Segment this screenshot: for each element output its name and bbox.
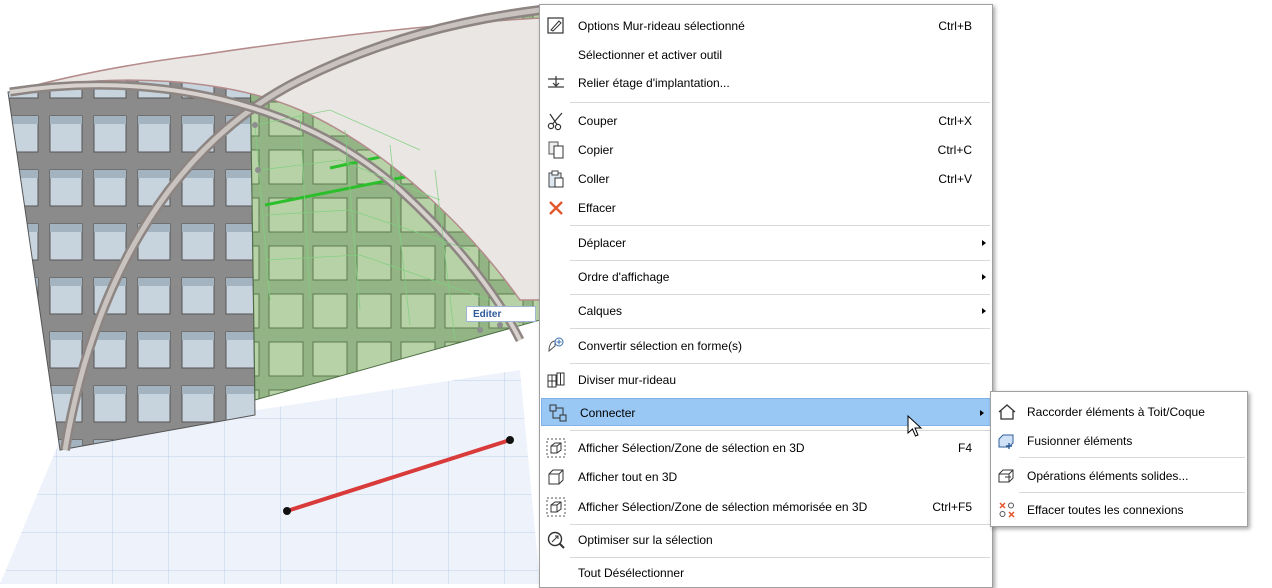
menu-separator: [1019, 492, 1245, 493]
menu-item-move[interactable]: Déplacer: [540, 229, 992, 257]
menu-separator: [570, 524, 990, 525]
menu-item-curtain-wall-settings[interactable]: Options Mur-rideau sélectionné Ctrl+B: [540, 12, 992, 40]
submenu-item-solid-operations[interactable]: Opérations éléments solides...: [991, 462, 1247, 490]
clear-connections-icon: [997, 500, 1017, 520]
connect-submenu: Raccorder éléments à Toit/Coque Fusionne…: [990, 391, 1248, 527]
paste-icon: [546, 169, 566, 189]
menu-separator: [570, 557, 990, 558]
convert-shape-icon: [546, 336, 566, 356]
relink-story-icon: [546, 73, 566, 93]
menu-separator: [570, 102, 990, 103]
merge-elements-icon: [997, 431, 1017, 451]
zoom-selection-icon: [546, 530, 566, 550]
menu-item-show-all-3d[interactable]: Afficher tout en 3D: [540, 463, 992, 491]
submenu-item-clear-connections[interactable]: Effacer toutes les connexions: [991, 496, 1247, 524]
menu-item-zoom-to-selection[interactable]: Optimiser sur la sélection: [540, 526, 992, 554]
submenu-item-merge-elements[interactable]: Fusionner éléments: [991, 427, 1247, 455]
menu-item-select-activate-tool[interactable]: Sélectionner et activer outil: [540, 41, 992, 69]
show-stored-selection-3d-icon: [546, 497, 566, 517]
menu-item-convert-to-shape[interactable]: Convertir sélection en forme(s): [540, 332, 992, 360]
context-menu: Options Mur-rideau sélectionné Ctrl+B Sé…: [539, 4, 993, 588]
menu-item-deselect-all[interactable]: Tout Désélectionner: [540, 559, 992, 587]
menu-item-show-stored-selection-3d[interactable]: Afficher Sélection/Zone de sélection mém…: [540, 493, 992, 521]
solid-operations-icon: [997, 466, 1017, 486]
menu-separator: [570, 328, 990, 329]
menu-item-copy[interactable]: Copier Ctrl+C: [540, 136, 992, 164]
show-selection-3d-icon: [546, 438, 566, 458]
menu-item-cut[interactable]: Couper Ctrl+X: [540, 107, 992, 135]
scissors-icon: [546, 111, 566, 131]
menu-item-layers[interactable]: Calques: [540, 297, 992, 325]
menu-separator: [1019, 457, 1245, 458]
delete-x-icon: [546, 198, 566, 218]
menu-separator: [570, 225, 990, 226]
menu-separator: [570, 363, 990, 364]
submenu-arrow-icon: [982, 308, 986, 314]
menu-item-relink-story[interactable]: Relier étage d'implantation...: [540, 69, 992, 97]
submenu-arrow-icon: [982, 274, 986, 280]
menu-item-delete[interactable]: Effacer: [540, 194, 992, 222]
curtain-wall-settings-icon: [546, 16, 566, 36]
menu-separator: [570, 294, 990, 295]
split-curtain-wall-icon: [546, 370, 566, 390]
submenu-item-trim-to-roof[interactable]: Raccorder éléments à Toit/Coque: [991, 398, 1247, 426]
menu-separator: [570, 260, 990, 261]
mouse-pointer-icon: [907, 414, 923, 437]
show-all-3d-icon: [546, 467, 566, 487]
edit-tooltip[interactable]: Editer: [466, 306, 536, 322]
submenu-arrow-icon: [982, 240, 986, 246]
trim-to-roof-icon: [997, 402, 1017, 422]
submenu-arrow-icon: [980, 410, 984, 416]
connect-icon: [548, 403, 568, 423]
menu-item-paste[interactable]: Coller Ctrl+V: [540, 165, 992, 193]
copy-icon: [546, 140, 566, 160]
menu-item-display-order[interactable]: Ordre d'affichage: [540, 263, 992, 291]
menu-item-split-curtain-wall[interactable]: Diviser mur-rideau: [540, 366, 992, 394]
